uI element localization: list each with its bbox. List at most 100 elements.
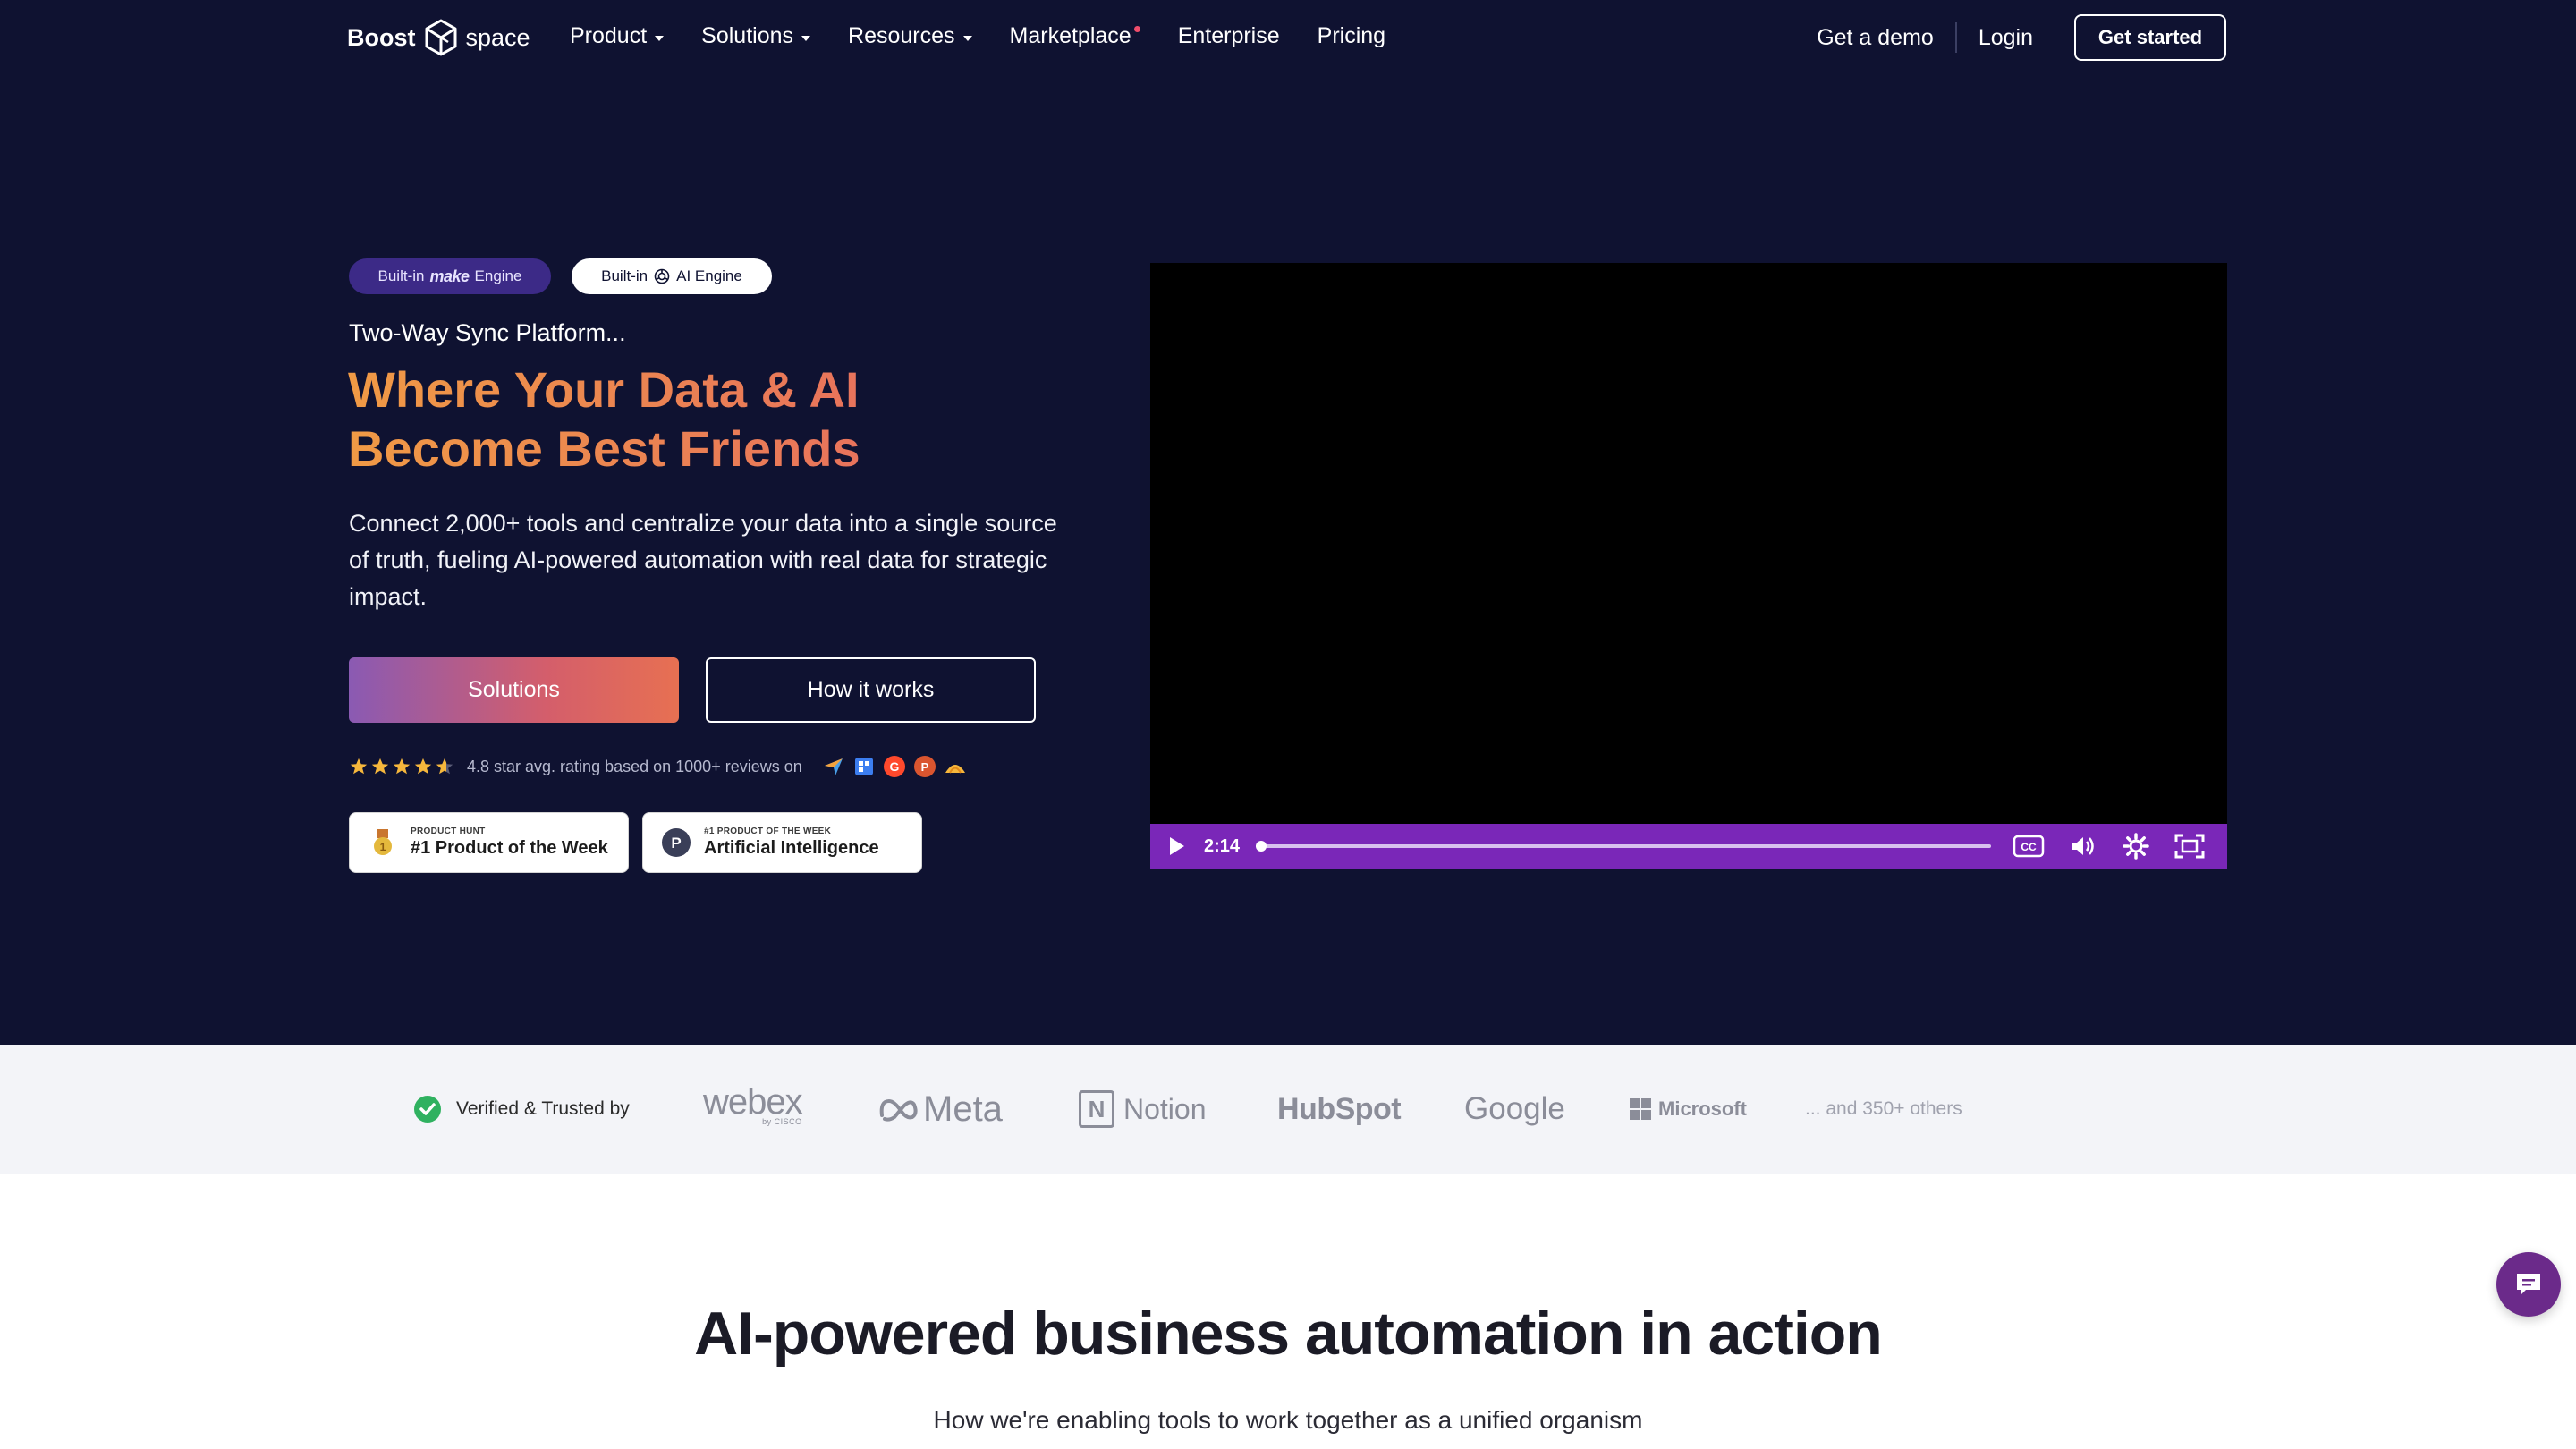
star-rating	[349, 757, 454, 776]
verified-label: Verified & Trusted by	[413, 1095, 630, 1123]
video-time: 2:14	[1204, 835, 1241, 856]
logo[interactable]: Boost space	[347, 16, 530, 59]
microsoft-text: Microsoft	[1658, 1097, 1747, 1120]
nav-enterprise-label: Enterprise	[1177, 23, 1280, 48]
product-hunt-award[interactable]: 1 PRODUCT HUNT #1 Product of the Week	[349, 812, 629, 873]
nav-pricing-label: Pricing	[1317, 23, 1386, 48]
check-circle-icon	[414, 1096, 441, 1123]
microsoft-grid-icon	[1630, 1098, 1651, 1120]
ai-award[interactable]: P #1 PRODUCT OF THE WEEK Artificial Inte…	[642, 812, 922, 873]
award-text: #1 PRODUCT OF THE WEEK Artificial Intell…	[704, 826, 879, 859]
chevron-down-icon	[655, 35, 665, 41]
video-player[interactable]: 2:14 CC	[1150, 263, 2227, 869]
nav-marketplace[interactable]: Marketplace	[1010, 23, 1140, 49]
badge-prefix: Built-in	[601, 267, 648, 284]
make-engine-badge: Built-in make Engine	[349, 258, 551, 294]
video-controls: 2:14 CC	[1150, 824, 2227, 869]
nav-pricing[interactable]: Pricing	[1318, 23, 1385, 49]
others-count: ... and 350+ others	[1805, 1098, 1962, 1119]
trustradius-icon[interactable]	[944, 755, 967, 778]
verified-text: Verified & Trusted by	[456, 1098, 630, 1119]
svg-text:1: 1	[380, 841, 386, 853]
hero-headline: Where Your Data & AI Become Best Friends	[348, 360, 1063, 479]
star-icon	[393, 758, 411, 775]
google-logo: Google	[1464, 1091, 1565, 1126]
meta-logo: Meta	[877, 1086, 1003, 1132]
chat-bubble-icon	[2517, 1274, 2540, 1295]
review-sites: G P	[822, 755, 967, 778]
webex-sub-text: by CISCO	[762, 1117, 802, 1126]
svg-text:CC: CC	[2021, 841, 2037, 853]
volume-icon[interactable]	[2066, 833, 2098, 860]
badge-prefix: Built-in	[377, 267, 425, 284]
get-demo-link[interactable]: Get a demo	[1817, 25, 1934, 51]
logo-text-space: space	[465, 23, 530, 51]
nav-product-label: Product	[570, 23, 648, 48]
star-half-icon	[436, 758, 453, 775]
nav-actions: Get a demo Login Get started	[1817, 14, 2226, 61]
medal-icon: 1	[374, 829, 392, 855]
nav-enterprise[interactable]: Enterprise	[1178, 23, 1280, 49]
g2-icon[interactable]: G	[883, 755, 906, 778]
hero-subtext: Connect 2,000+ tools and centralize your…	[349, 510, 1057, 610]
fullscreen-icon[interactable]	[2174, 833, 2206, 860]
microsoft-logo: Microsoft	[1630, 1086, 1747, 1132]
top-nav: Boost space Product Solutions Resources …	[0, 0, 2576, 75]
nav-resources[interactable]: Resources	[848, 23, 972, 49]
nav-divider	[1954, 22, 1957, 53]
badge-suffix: AI Engine	[676, 267, 742, 284]
award-text: PRODUCT HUNT #1 Product of the Week	[411, 826, 608, 859]
make-logo: make	[429, 267, 470, 285]
login-link[interactable]: Login	[1979, 25, 2033, 51]
award-big-text: #1 Product of the Week	[411, 838, 608, 858]
captions-icon[interactable]: CC	[2012, 833, 2045, 860]
hubspot-logo: HubSpot	[1277, 1091, 1402, 1126]
nav-resources-label: Resources	[848, 23, 955, 48]
video-progress-bar[interactable]	[1256, 841, 1991, 852]
meta-text: Meta	[923, 1089, 1003, 1129]
new-dot-badge	[1133, 26, 1140, 32]
get-started-button[interactable]: Get started	[2074, 14, 2226, 61]
chevron-down-icon	[962, 35, 972, 41]
award-small-text: PRODUCT HUNT	[411, 826, 486, 836]
producthunt-p-icon: P	[662, 828, 691, 857]
capterra-icon[interactable]	[822, 755, 845, 778]
hero-eyebrow: Two-Way Sync Platform...	[349, 319, 626, 346]
cube-logo-icon	[425, 19, 456, 56]
award-big-text: Artificial Intelligence	[704, 838, 879, 858]
getapp-icon[interactable]	[852, 755, 876, 778]
producthunt-icon[interactable]: P	[913, 755, 936, 778]
rating-text: 4.8 star avg. rating based on 1000+ revi…	[467, 757, 802, 775]
notion-text: Notion	[1123, 1092, 1207, 1125]
notion-icon: N	[1079, 1090, 1114, 1128]
nav-marketplace-label: Marketplace	[1009, 23, 1131, 48]
nav-solutions-label: Solutions	[701, 23, 794, 48]
video-icons: CC	[2012, 833, 2206, 860]
openai-icon	[654, 268, 670, 284]
meta-infinity-icon	[879, 1098, 918, 1122]
svg-text:P: P	[671, 835, 681, 852]
logo-text-boost: Boost	[347, 23, 416, 51]
section-subtitle: How we're enabling tools to work togethe…	[933, 1406, 1643, 1434]
settings-gear-icon[interactable]	[2120, 833, 2152, 860]
nav-solutions[interactable]: Solutions	[701, 23, 811, 49]
progress-handle[interactable]	[1256, 841, 1267, 852]
play-icon[interactable]	[1170, 837, 1184, 855]
nav-links: Product Solutions Resources Marketplace …	[570, 23, 1423, 49]
notion-logo: N Notion	[1079, 1086, 1207, 1132]
svg-text:P: P	[920, 760, 928, 774]
chat-widget-button[interactable]	[2496, 1252, 2561, 1317]
section-title: AI-powered business automation in action	[694, 1300, 1883, 1368]
rating-row: 4.8 star avg. rating based on 1000+ revi…	[349, 755, 967, 778]
nav-product[interactable]: Product	[570, 23, 665, 49]
solutions-button[interactable]: Solutions	[349, 657, 679, 723]
star-icon	[350, 758, 368, 775]
chevron-down-icon	[801, 35, 811, 41]
webex-logo: webex by CISCO	[703, 1082, 803, 1129]
badge-suffix: Engine	[474, 267, 522, 284]
star-icon	[414, 758, 432, 775]
svg-text:G: G	[889, 759, 899, 774]
award-small-text: #1 PRODUCT OF THE WEEK	[704, 826, 832, 836]
star-icon	[371, 758, 389, 775]
how-it-works-button[interactable]: How it works	[706, 657, 1036, 723]
